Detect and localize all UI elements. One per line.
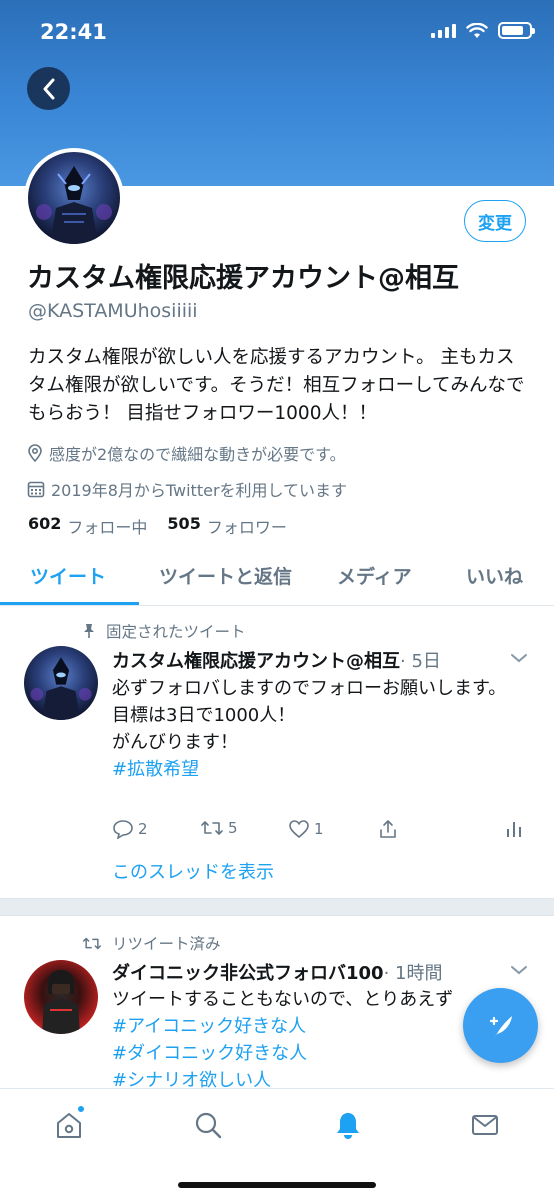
battery-icon bbox=[498, 22, 535, 39]
avatar-figure-image bbox=[36, 166, 112, 244]
tab-likes[interactable]: いいね bbox=[466, 562, 523, 589]
tweet-author-name[interactable]: カスタム権限応援アカウント@相互 bbox=[112, 651, 400, 672]
location-pin-icon bbox=[28, 444, 42, 462]
retweet-context: リツイート済み bbox=[82, 932, 221, 954]
reply-button[interactable]: 2 bbox=[112, 819, 148, 839]
profile-location: 感度が2億なので繊細な動きが必要です。 bbox=[27, 441, 346, 465]
nav-messages[interactable] bbox=[467, 1107, 503, 1143]
pin-icon bbox=[84, 624, 94, 638]
followers-label[interactable]: フォロワー bbox=[207, 514, 287, 538]
profile-follow-counts: 602 フォロー中 505 フォロワー bbox=[28, 514, 287, 538]
analytics-button[interactable] bbox=[506, 819, 522, 839]
show-thread-link[interactable]: このスレッドを表示 bbox=[112, 858, 274, 884]
share-button[interactable] bbox=[378, 819, 398, 839]
reply-icon bbox=[113, 820, 133, 839]
tweet-text-line: がんびります！ bbox=[112, 732, 238, 753]
edit-profile-button[interactable]: 変更 bbox=[464, 200, 526, 242]
compose-tweet-button[interactable] bbox=[463, 988, 538, 1063]
status-icons bbox=[431, 22, 535, 39]
retweet-label: リツイート済み bbox=[112, 935, 221, 953]
back-button[interactable] bbox=[27, 67, 70, 110]
chevron-down-icon[interactable] bbox=[510, 964, 528, 976]
pinned-tweet[interactable]: 固定されたツイート カスタム権限応援アカウント@相互· 5日 必ずフォロバします… bbox=[0, 606, 554, 898]
tweet-text-line: 目標は3日で1000人！ bbox=[112, 705, 296, 726]
pinned-label: 固定されたツイート bbox=[106, 623, 246, 641]
calendar-icon bbox=[27, 481, 45, 498]
profile-bio: カスタム権限が欲しい人を応援するアカウント。 主もカスタム権限が欲しいです。そう… bbox=[28, 347, 525, 424]
tweet-author-name[interactable]: ダイコニック非公式フォロバ100 bbox=[112, 963, 384, 984]
home-icon bbox=[57, 1113, 81, 1138]
home-indicator bbox=[178, 1182, 376, 1188]
analytics-icon bbox=[507, 822, 521, 837]
tweet-actions: 2 5 1 bbox=[112, 819, 532, 847]
tab-tweets-and-replies[interactable]: ツイートと返信 bbox=[159, 562, 292, 589]
profile-location-text: 感度が2億なので繊細な動きが必要です。 bbox=[49, 445, 346, 464]
mail-icon bbox=[472, 1115, 498, 1135]
profile-handle: @KASTAMUhosiiiii bbox=[28, 300, 198, 322]
nav-home[interactable] bbox=[51, 1105, 87, 1143]
profile-joined: 2019年8月からTwitterを利用しています bbox=[27, 477, 347, 501]
like-count: 1 bbox=[314, 820, 324, 838]
nav-notifications[interactable] bbox=[330, 1107, 366, 1143]
tab-tweets[interactable]: ツイート bbox=[30, 562, 106, 589]
profile-joined-text: 2019年8月からTwitterを利用しています bbox=[51, 481, 348, 500]
tweet-hashtag[interactable]: #拡散希望 bbox=[112, 756, 532, 783]
tweet-text-line: 必ずフォロバしますのでフォローお願いします。 bbox=[112, 678, 507, 699]
search-icon bbox=[195, 1112, 222, 1139]
compose-tweet-icon bbox=[489, 1015, 512, 1037]
retweet-icon bbox=[82, 937, 102, 949]
retweet-button[interactable]: 5 bbox=[200, 819, 238, 837]
profile-tabs: ツイート ツイートと返信 メディア いいね bbox=[0, 548, 554, 606]
tweet-time: · 1時間 bbox=[383, 963, 443, 984]
profile-display-name: カスタム権限応援アカウント@相互 bbox=[27, 263, 459, 294]
heart-icon bbox=[289, 820, 309, 839]
bell-icon bbox=[337, 1113, 359, 1139]
avatar-figure-image bbox=[42, 970, 80, 1034]
home-notification-dot bbox=[77, 1105, 85, 1113]
wifi-icon bbox=[466, 22, 488, 38]
tweet-time: · 5日 bbox=[400, 651, 441, 672]
tweet-body: 必ずフォロバしますのでフォローお願いします。 目標は3日で1000人！ がんびり… bbox=[112, 675, 532, 783]
profile-avatar[interactable] bbox=[24, 148, 124, 248]
cellular-signal-icon bbox=[431, 23, 456, 38]
status-time: 22:41 bbox=[40, 20, 107, 44]
tab-media[interactable]: メディア bbox=[337, 562, 412, 589]
section-separator bbox=[0, 898, 554, 916]
nav-search[interactable] bbox=[190, 1107, 226, 1143]
tweet-header: ダイコニック非公式フォロバ100· 1時間 bbox=[112, 959, 442, 985]
retweet-count: 5 bbox=[228, 819, 238, 837]
chevron-left-icon bbox=[43, 78, 54, 99]
followers-count[interactable]: 505 bbox=[167, 514, 200, 538]
following-count[interactable]: 602 bbox=[28, 514, 61, 538]
tab-active-indicator bbox=[0, 602, 139, 605]
tweet-author-avatar[interactable] bbox=[24, 646, 98, 720]
tweet-header: カスタム権限応援アカウント@相互· 5日 bbox=[112, 647, 441, 673]
following-label[interactable]: フォロー中 bbox=[67, 514, 147, 538]
tweet-author-avatar[interactable] bbox=[24, 960, 98, 1034]
chevron-down-icon[interactable] bbox=[510, 652, 528, 664]
avatar-figure-image bbox=[30, 657, 92, 720]
pinned-context: 固定されたツイート bbox=[82, 620, 246, 642]
reply-count: 2 bbox=[138, 820, 148, 838]
share-icon bbox=[380, 820, 396, 838]
tweet-hashtag[interactable]: #シナリオ欲しい人 bbox=[112, 1067, 532, 1090]
retweet-icon bbox=[201, 821, 223, 835]
like-button[interactable]: 1 bbox=[288, 819, 324, 839]
